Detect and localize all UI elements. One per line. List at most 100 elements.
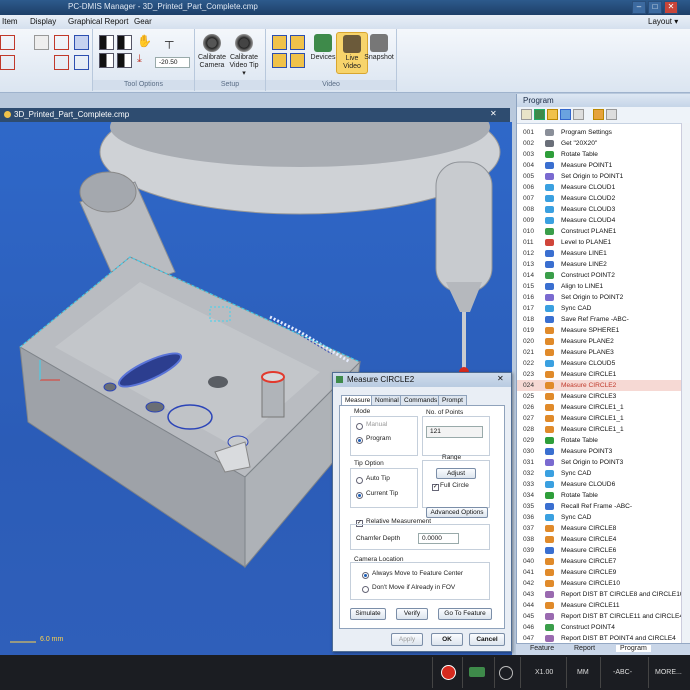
document-tab[interactable]: 3D_Printed_Part_Complete.cmp ✕	[0, 108, 510, 122]
program-row[interactable]: 027 Measure CIRCLE1_1	[517, 413, 681, 424]
chamfer-depth-input[interactable]: 0.0000	[418, 533, 459, 544]
stop-icon[interactable]	[573, 109, 584, 120]
devices-button[interactable]: Devices	[308, 34, 338, 62]
auto-tip-radio[interactable]	[356, 477, 363, 484]
program-row[interactable]: 009 Measure CLOUD4	[517, 215, 681, 226]
contrast-icon[interactable]	[99, 53, 114, 68]
program-row[interactable]: 008 Measure CLOUD3	[517, 204, 681, 215]
points-input[interactable]: 121	[426, 426, 483, 438]
calibrate-video-tip-button[interactable]: Calibrate Video Tip ▾	[229, 34, 259, 78]
list-icon[interactable]	[606, 109, 617, 120]
program-row[interactable]: 026 Measure CIRCLE1_1	[517, 402, 681, 413]
program-row[interactable]: 025 Measure CIRCLE3	[517, 391, 681, 402]
units-status[interactable]: MM	[566, 657, 599, 688]
dialog-close-icon[interactable]: ✕	[497, 374, 504, 383]
program-row[interactable]: 007 Measure CLOUD2	[517, 193, 681, 204]
new-icon[interactable]	[521, 109, 532, 120]
camera-status[interactable]	[494, 657, 519, 688]
crosshair-icon[interactable]	[54, 35, 69, 50]
program-row[interactable]: 035 Recall Ref Frame -ABC-	[517, 501, 681, 512]
step-icon[interactable]	[560, 109, 571, 120]
program-row[interactable]: 024 Measure CIRCLE2	[517, 380, 681, 391]
program-row[interactable]: 022 Measure CLOUD5	[517, 358, 681, 369]
tab-report[interactable]: Report	[574, 645, 595, 652]
program-row[interactable]: 015 Align to LINE1	[517, 281, 681, 292]
contrast-icon[interactable]	[99, 35, 114, 50]
minimize-button[interactable]: –	[632, 1, 646, 14]
tab-program[interactable]: Program	[616, 645, 651, 652]
program-row[interactable]: 034 Rotate Table	[517, 490, 681, 501]
adjust-button[interactable]: Adjust	[436, 468, 476, 479]
program-row[interactable]: 023 Measure CIRCLE1	[517, 369, 681, 380]
run-icon[interactable]	[534, 109, 545, 120]
camera-always-radio[interactable]	[362, 572, 369, 579]
apply-button[interactable]: Apply	[391, 633, 423, 646]
program-row[interactable]: 046 Construct POINT4	[517, 622, 681, 633]
grid-icon[interactable]	[34, 35, 49, 50]
program-row[interactable]: 004 Measure POINT1	[517, 160, 681, 171]
stop-status[interactable]	[432, 657, 461, 688]
current-tip-radio[interactable]	[356, 492, 363, 499]
full-circle-checkbox[interactable]: ✓	[432, 484, 439, 491]
open-icon[interactable]	[547, 109, 558, 120]
contrast-icon[interactable]	[117, 35, 132, 50]
more-status[interactable]: MORE...	[648, 657, 690, 688]
box-icon[interactable]	[0, 55, 15, 70]
grid-icon[interactable]	[74, 55, 89, 70]
tool-value-input[interactable]: -20.50	[155, 57, 190, 68]
image-icon[interactable]	[290, 35, 305, 50]
image-icon[interactable]	[272, 53, 287, 68]
program-row[interactable]: 028 Measure CIRCLE1_1	[517, 424, 681, 435]
calibrate-camera-button[interactable]: Calibrate Camera	[197, 34, 227, 70]
verify-button[interactable]: Verify	[396, 608, 428, 620]
program-row[interactable]: 044 Measure CIRCLE11	[517, 600, 681, 611]
program-row[interactable]: 040 Measure CIRCLE7	[517, 556, 681, 567]
program-row[interactable]: 029 Rotate Table	[517, 435, 681, 446]
image-icon[interactable]	[272, 35, 287, 50]
program-row[interactable]: 039 Measure CIRCLE6	[517, 545, 681, 556]
go-to-feature-button[interactable]: Go To Feature	[438, 608, 492, 620]
menu-graphical-report[interactable]: Graphical Report	[68, 17, 128, 26]
layout-menu[interactable]: Layout ▾	[648, 17, 678, 26]
close-button[interactable]: ✕	[664, 1, 678, 14]
program-row[interactable]: 013 Measure LINE2	[517, 259, 681, 270]
contrast-icon[interactable]	[117, 53, 132, 68]
program-row[interactable]: 041 Measure CIRCLE9	[517, 567, 681, 578]
image-icon[interactable]	[290, 53, 305, 68]
advanced-options-button[interactable]: Advanced Options	[426, 507, 488, 518]
camera-dont-radio[interactable]	[362, 586, 369, 593]
program-row[interactable]: 020 Measure PLANE2	[517, 336, 681, 347]
program-row[interactable]: 043 Report DIST BT CIRCLE8 and CIRCLE10	[517, 589, 681, 600]
menu-gear[interactable]: Gear	[134, 17, 152, 26]
program-row[interactable]: 036 Sync CAD	[517, 512, 681, 523]
box-icon[interactable]	[0, 35, 15, 50]
program-row[interactable]: 021 Measure PLANE3	[517, 347, 681, 358]
cancel-button[interactable]: Cancel	[469, 633, 505, 646]
ok-button[interactable]: OK	[431, 633, 463, 646]
program-row[interactable]: 045 Report DIST BT CIRCLE11 and CIRCLE4	[517, 611, 681, 622]
program-row[interactable]: 031 Set Origin to POINT3	[517, 457, 681, 468]
program-row[interactable]: 017 Sync CAD	[517, 303, 681, 314]
program-row[interactable]: 005 Set Origin to POINT1	[517, 171, 681, 182]
program-row[interactable]: 030 Measure POINT3	[517, 446, 681, 457]
program-row[interactable]: 012 Measure LINE1	[517, 248, 681, 259]
program-row[interactable]: 011 Level to PLANE1	[517, 237, 681, 248]
probe-status[interactable]	[462, 657, 493, 688]
program-scrollbar[interactable]	[681, 123, 690, 647]
program-row[interactable]: 003 Rotate Table	[517, 149, 681, 160]
program-row[interactable]: 002 Get "20X20"	[517, 138, 681, 149]
simulate-button[interactable]: Simulate	[350, 608, 386, 620]
edit-icon[interactable]	[593, 109, 604, 120]
snapshot-button[interactable]: Snapshot	[364, 34, 394, 62]
menu-item[interactable]: Item	[2, 17, 18, 26]
frame-status[interactable]: -ABC-	[600, 657, 647, 688]
program-row[interactable]: 010 Construct PLANE1	[517, 226, 681, 237]
program-row[interactable]: 033 Measure CLOUD6	[517, 479, 681, 490]
menu-display[interactable]: Display	[30, 17, 56, 26]
mode-program-radio[interactable]	[356, 437, 363, 444]
target-icon[interactable]	[54, 55, 69, 70]
program-row[interactable]: 001 Program Settings	[517, 127, 681, 138]
program-row[interactable]: 037 Measure CIRCLE8	[517, 523, 681, 534]
program-row[interactable]: 032 Sync CAD	[517, 468, 681, 479]
program-row[interactable]: 014 Construct POINT2	[517, 270, 681, 281]
